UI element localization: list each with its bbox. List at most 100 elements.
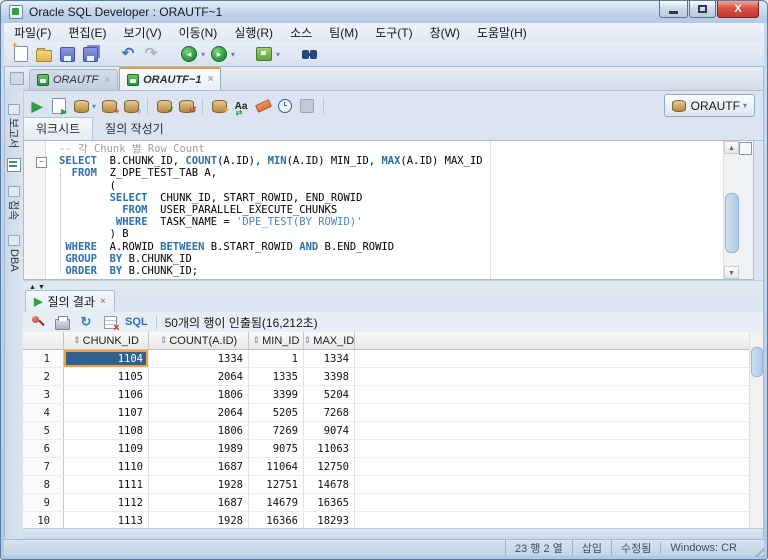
unshared-worksheet-button[interactable]: ✦ xyxy=(210,97,228,115)
column-header-max-id[interactable]: ⇕MAX_ID xyxy=(304,332,355,349)
grid-cell[interactable]: 1112 xyxy=(64,494,149,511)
query-explain-button[interactable]: ○ xyxy=(122,97,140,115)
grid-cell[interactable]: 1989 xyxy=(149,440,249,457)
grid-cell[interactable]: 1111 xyxy=(64,476,149,493)
scrollbar-thumb[interactable] xyxy=(725,193,739,253)
grid-cell[interactable]: 1928 xyxy=(149,476,249,493)
rollback-button[interactable]: ↺ xyxy=(177,97,195,115)
row-number-cell[interactable]: 8 xyxy=(23,476,64,493)
grid-cell[interactable]: 3399 xyxy=(249,386,304,403)
forward-button[interactable]: ▸ xyxy=(210,45,228,63)
grid-cell[interactable]: 7268 xyxy=(304,404,355,421)
maximize-button[interactable] xyxy=(689,1,716,18)
grid-cell[interactable]: 1110 xyxy=(64,458,149,475)
menu-item[interactable]: 도구(T) xyxy=(375,24,412,41)
minimize-button[interactable] xyxy=(659,1,688,18)
new-file-button[interactable] xyxy=(12,45,30,63)
delete-result-button[interactable] xyxy=(101,313,119,331)
scroll-down-arrow[interactable]: ▼ xyxy=(724,266,739,279)
run-statement-button[interactable]: ▶ xyxy=(28,97,46,115)
title-bar[interactable]: Oracle SQL Developer : ORAUTF~1 X xyxy=(1,1,767,23)
grid-cell[interactable]: 1109 xyxy=(64,440,149,457)
grid-cell[interactable]: 1104 xyxy=(64,350,149,367)
row-number-cell[interactable]: 3 xyxy=(23,386,64,403)
case-toggle-button[interactable]: Aa xyxy=(232,97,250,115)
subtab-worksheet[interactable]: 워크시트 xyxy=(23,117,93,140)
tab-close-icon[interactable]: × xyxy=(207,74,213,85)
row-number-cell[interactable]: 9 xyxy=(23,494,64,511)
grid-cell[interactable]: 16365 xyxy=(304,494,355,511)
sql-link[interactable]: SQL xyxy=(125,316,148,328)
refresh-button[interactable]: ↻ xyxy=(77,313,95,331)
grid-cell[interactable]: 14678 xyxy=(304,476,355,493)
tab-close-icon[interactable]: × xyxy=(104,75,110,86)
column-header-count-a-id-[interactable]: ⇕COUNT(A.ID) xyxy=(149,332,249,349)
grid-cell[interactable]: 5205 xyxy=(249,404,304,421)
pin-button[interactable] xyxy=(29,313,47,331)
query-result-tab[interactable]: ▶ 질의 결과 × xyxy=(25,290,115,312)
redo-button[interactable]: ↷ xyxy=(142,45,160,63)
row-number-cell[interactable]: 2 xyxy=(23,368,64,385)
document-tab-orautf[interactable]: ORAUTF× xyxy=(29,69,118,90)
grid-cell[interactable]: 1108 xyxy=(64,422,149,439)
menu-item[interactable]: 편집(E) xyxy=(68,24,106,41)
row-number-cell[interactable]: 6 xyxy=(23,440,64,457)
grid-cell[interactable]: 1928 xyxy=(149,512,249,529)
grid-cell[interactable]: 1334 xyxy=(304,350,355,367)
grid-cell[interactable]: 7269 xyxy=(249,422,304,439)
dock-tab-dba[interactable]: DBA xyxy=(5,235,23,272)
grid-cell[interactable]: 1335 xyxy=(249,368,304,385)
document-tab-orautf~1[interactable]: ORAUTF~1× xyxy=(119,66,221,90)
dock-tab-connections[interactable]: 접속 xyxy=(5,186,23,220)
grid-cell[interactable]: 1687 xyxy=(149,494,249,511)
grid-scrollbar-thumb[interactable] xyxy=(751,347,763,377)
column-header-min-id[interactable]: ⇕MIN_ID xyxy=(249,332,304,349)
grid-cell[interactable]: 9074 xyxy=(304,422,355,439)
connections-button[interactable] xyxy=(255,45,273,63)
print-button[interactable] xyxy=(53,313,71,331)
close-button[interactable]: X xyxy=(717,1,759,18)
grid-cell[interactable]: 1107 xyxy=(64,404,149,421)
menu-item[interactable]: 소스 xyxy=(290,24,312,41)
grid-cell[interactable]: 18293 xyxy=(304,512,355,529)
row-number-cell[interactable]: 5 xyxy=(23,422,64,439)
menu-item[interactable]: 이동(N) xyxy=(179,24,218,41)
grid-cell[interactable]: 1334 xyxy=(149,350,249,367)
back-dropdown[interactable]: ▾ xyxy=(201,50,205,59)
row-number-cell[interactable]: 7 xyxy=(23,458,64,475)
clear-button[interactable] xyxy=(254,97,272,115)
grid-cell[interactable]: 1 xyxy=(249,350,304,367)
grid-cell[interactable]: 5204 xyxy=(304,386,355,403)
run-script-button[interactable]: ▶ xyxy=(50,97,68,115)
grid-cell[interactable]: 1113 xyxy=(64,512,149,529)
grid-horizontal-scrollbar[interactable] xyxy=(23,528,763,539)
connection-selector[interactable]: ORAUTF ▾ xyxy=(664,94,755,117)
grid-cell[interactable]: 1806 xyxy=(149,422,249,439)
column-header-chunk-id[interactable]: ⇕CHUNK_ID xyxy=(64,332,149,349)
menu-item[interactable]: 파일(F) xyxy=(14,24,51,41)
query-result-tab-close-icon[interactable]: × xyxy=(100,296,106,307)
sql-editor[interactable]: − -- 각 Chunk 별 Row CountSELECT B.CHUNK_I… xyxy=(23,140,754,280)
dock-tab-reports[interactable]: 보고서 xyxy=(5,104,23,148)
forward-dropdown[interactable]: ▾ xyxy=(231,50,235,59)
editor-split-button[interactable] xyxy=(739,142,752,155)
grid-vertical-scrollbar[interactable] xyxy=(749,332,763,533)
grid-cell[interactable]: 9075 xyxy=(249,440,304,457)
row-number-cell[interactable]: 4 xyxy=(23,404,64,421)
autotrace-button[interactable]: + xyxy=(100,97,118,115)
dock-menu-icon[interactable] xyxy=(10,72,24,85)
menu-item[interactable]: 보기(V) xyxy=(123,24,161,41)
grid-cell[interactable]: 2064 xyxy=(149,368,249,385)
grid-cell[interactable]: 12751 xyxy=(249,476,304,493)
grid-cell[interactable]: 11064 xyxy=(249,458,304,475)
grid-cell[interactable]: 1806 xyxy=(149,386,249,403)
grid-cell[interactable]: 12750 xyxy=(304,458,355,475)
grid-cell[interactable]: 1106 xyxy=(64,386,149,403)
open-folder-button[interactable] xyxy=(35,45,53,63)
connections-dropdown[interactable]: ▾ xyxy=(276,50,280,59)
explain-plan-button[interactable] xyxy=(72,97,90,115)
scroll-up-arrow[interactable]: ▲ xyxy=(724,141,739,154)
menu-item[interactable]: 실행(R) xyxy=(234,24,273,41)
menu-item[interactable]: 도움말(H) xyxy=(477,24,527,41)
row-number-cell[interactable]: 10 xyxy=(23,512,64,529)
